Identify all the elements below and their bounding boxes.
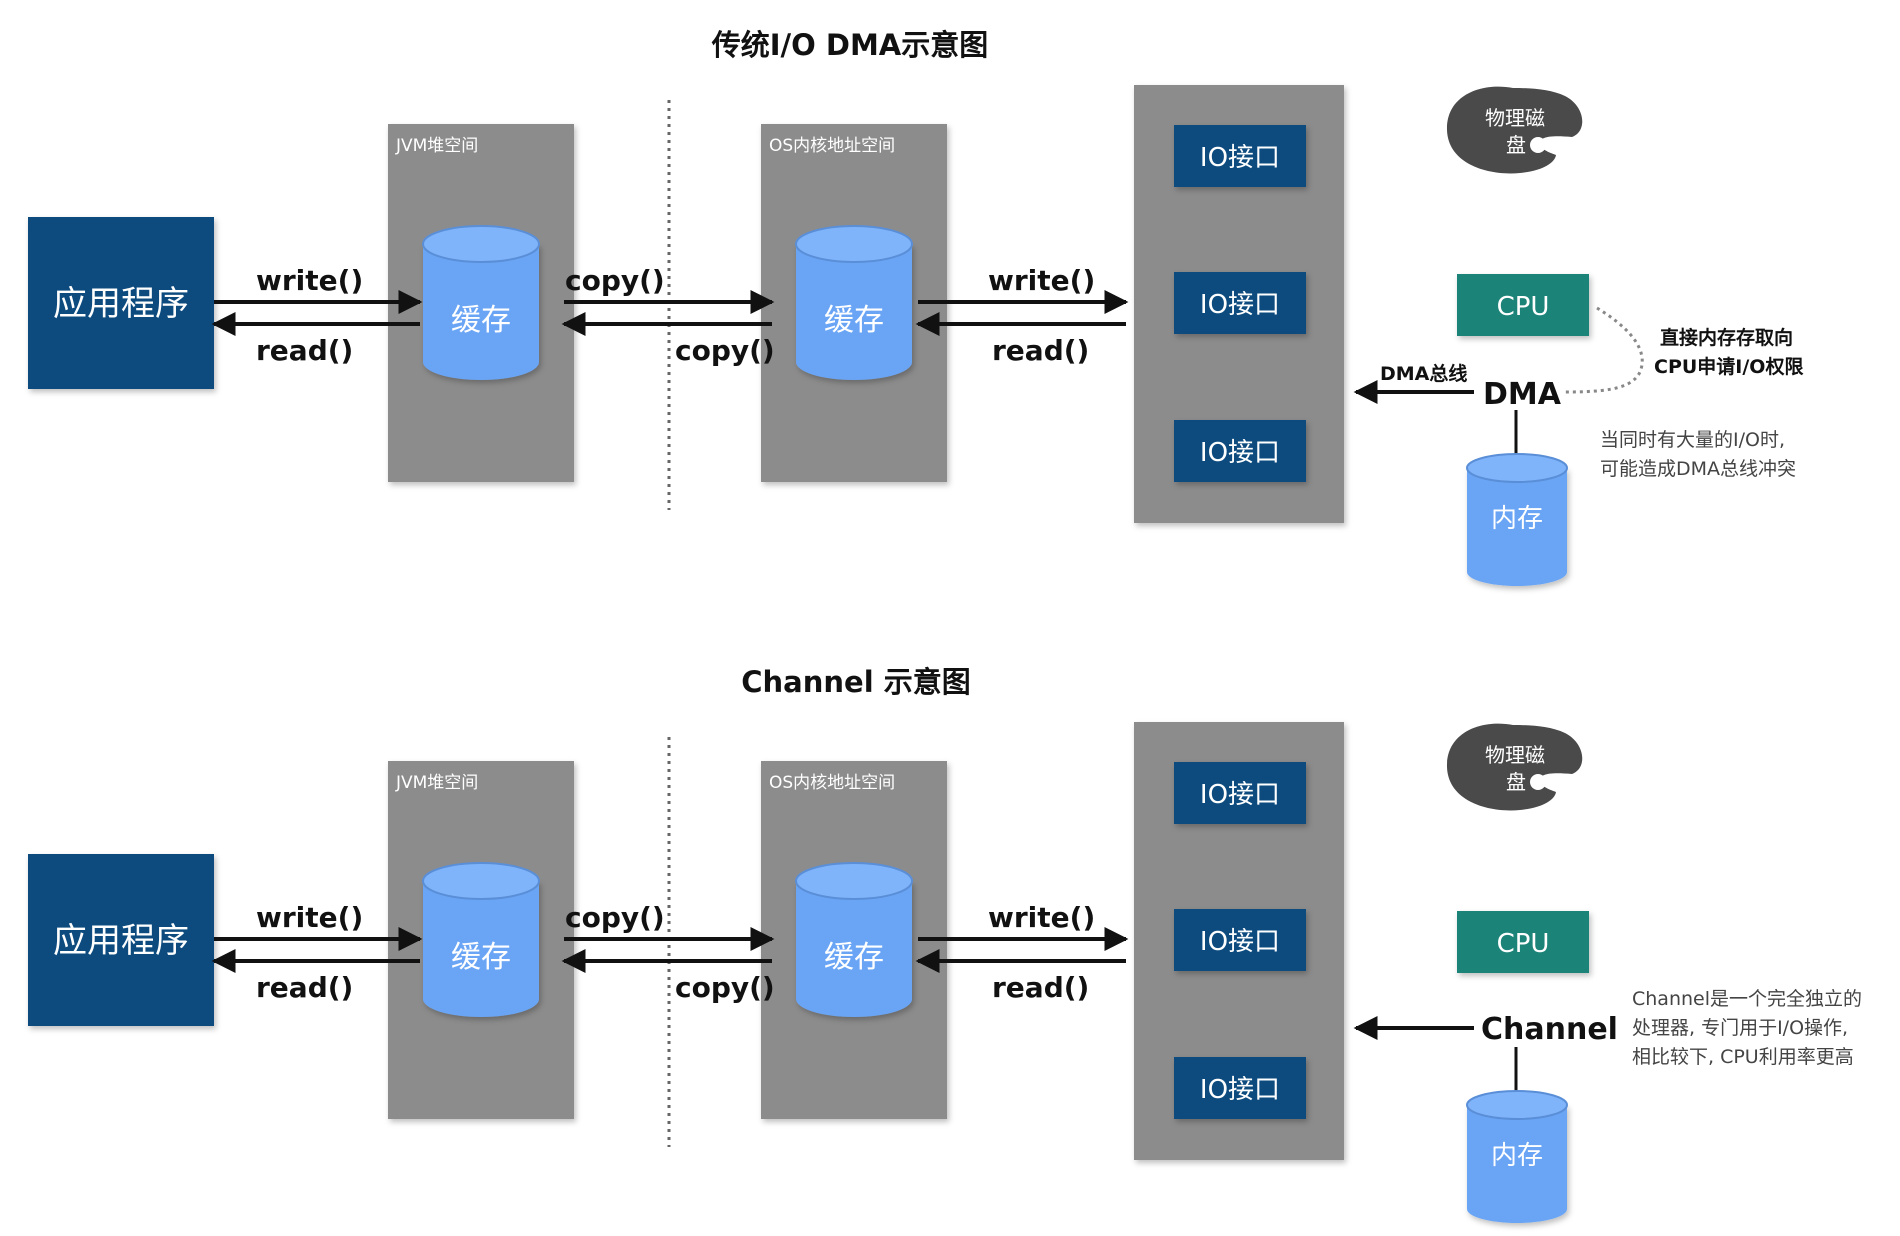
cpu-label: CPU xyxy=(1497,292,1550,322)
write-label-1: write() xyxy=(256,901,363,934)
disk-label-line-2: 盘 xyxy=(1506,133,1526,157)
write-label-1: write() xyxy=(256,264,363,297)
channel-diagram: Channel 示意图 应用程序 JVM堆空间 缓存 OS内核地址空间 缓存 I… xyxy=(28,665,1862,1223)
memory-cylinder: 内存 xyxy=(1466,453,1568,586)
memory-cylinder: 内存 xyxy=(1466,1090,1568,1223)
os-kernel-panel-label: OS内核地址空间 xyxy=(769,773,895,793)
disk-label-line-1: 物理磁 xyxy=(1485,106,1545,130)
write-label-2: write() xyxy=(988,901,1095,934)
jvm-cache-cylinder: 缓存 xyxy=(422,862,540,1017)
os-cache-cylinder: 缓存 xyxy=(795,862,913,1017)
channel-note-line-3: 相比较下, CPU利用率更高 xyxy=(1632,1046,1854,1068)
copy-label-top: copy() xyxy=(565,264,665,297)
write-label-2: write() xyxy=(988,264,1095,297)
memory-label: 内存 xyxy=(1491,504,1543,534)
read-label-1: read() xyxy=(256,334,353,367)
jvm-cache-label: 缓存 xyxy=(451,303,511,338)
io-diagram-canvas: 传统I/O DMA示意图 应用程序 JVM堆空间 缓存 OS内核地址空间 缓存 … xyxy=(28,28,1862,1223)
read-label-2: read() xyxy=(992,334,1089,367)
dma-diagram: 传统I/O DMA示意图 应用程序 JVM堆空间 缓存 OS内核地址空间 缓存 … xyxy=(28,28,1803,586)
os-kernel-panel-label: OS内核地址空间 xyxy=(769,136,895,156)
dma-note-line-1: 直接内存存取向 xyxy=(1660,326,1793,349)
dma-bus-label: DMA总线 xyxy=(1380,362,1467,385)
io-port-3-label: IO接口 xyxy=(1200,438,1280,468)
copy-label-top: copy() xyxy=(565,901,665,934)
application-label: 应用程序 xyxy=(53,284,189,324)
os-cache-label: 缓存 xyxy=(824,303,884,338)
io-port-1-label: IO接口 xyxy=(1200,143,1280,173)
copy-label-bottom: copy() xyxy=(675,971,775,1004)
os-cache-label: 缓存 xyxy=(824,940,884,975)
jvm-heap-panel-label: JVM堆空间 xyxy=(395,136,478,156)
physical-disk: 物理磁 盘 xyxy=(1446,86,1583,174)
memory-label: 内存 xyxy=(1491,1141,1543,1171)
dma-warning-line-1: 当同时有大量的I/O时, xyxy=(1600,429,1785,451)
physical-disk: 物理磁 盘 xyxy=(1446,723,1583,811)
dma-controller-label: DMA xyxy=(1483,377,1562,412)
os-cache-cylinder: 缓存 xyxy=(795,225,913,380)
io-port-2-label: IO接口 xyxy=(1200,290,1280,320)
dma-diagram-title: 传统I/O DMA示意图 xyxy=(711,28,989,62)
channel-diagram-title: Channel 示意图 xyxy=(741,665,971,699)
jvm-cache-cylinder: 缓存 xyxy=(422,225,540,380)
io-port-1-label: IO接口 xyxy=(1200,780,1280,810)
copy-label-bottom: copy() xyxy=(675,334,775,367)
disk-label-line-2: 盘 xyxy=(1506,770,1526,794)
io-port-3-label: IO接口 xyxy=(1200,1075,1280,1105)
jvm-cache-label: 缓存 xyxy=(451,940,511,975)
disk-icon xyxy=(1446,723,1583,811)
dma-note-line-2: CPU申请I/O权限 xyxy=(1654,355,1803,378)
disk-icon xyxy=(1446,86,1583,174)
read-label-2: read() xyxy=(992,971,1089,1004)
read-label-1: read() xyxy=(256,971,353,1004)
jvm-heap-panel-label: JVM堆空间 xyxy=(395,773,478,793)
dma-warning-line-2: 可能造成DMA总线冲突 xyxy=(1600,458,1796,480)
channel-note-line-1: Channel是一个完全独立的 xyxy=(1632,988,1862,1010)
io-port-2-label: IO接口 xyxy=(1200,927,1280,957)
disk-label-line-1: 物理磁 xyxy=(1485,743,1545,767)
application-label: 应用程序 xyxy=(53,921,189,961)
cpu-label: CPU xyxy=(1497,929,1550,959)
channel-note-line-2: 处理器, 专门用于I/O操作, xyxy=(1632,1017,1848,1039)
channel-controller-label: Channel xyxy=(1481,1012,1618,1047)
